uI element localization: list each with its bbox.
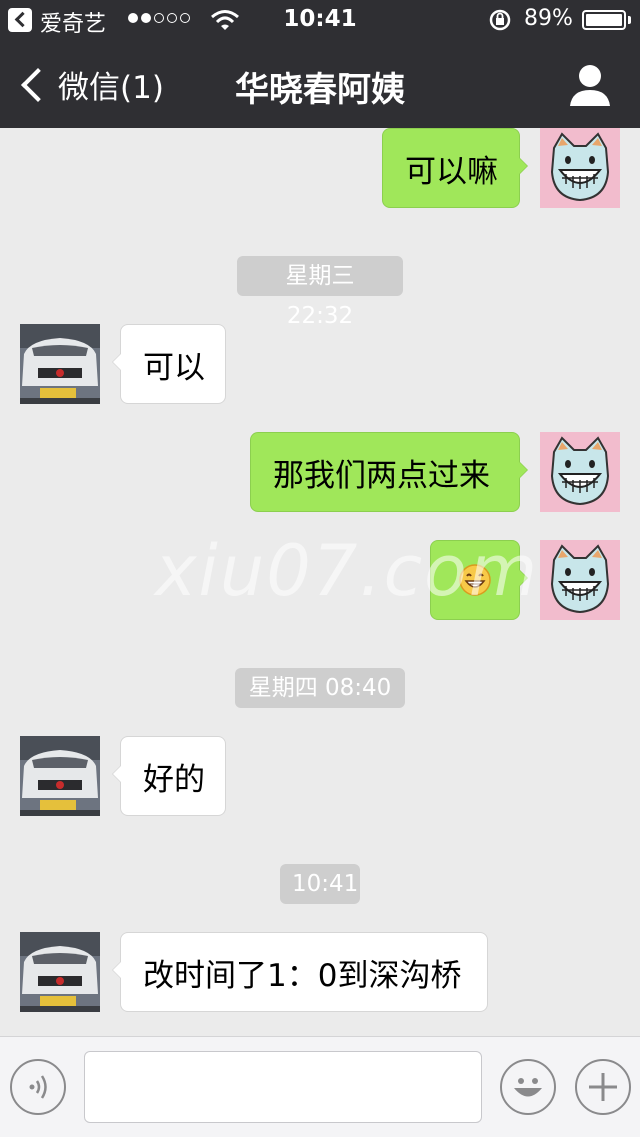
cat-avatar[interactable] [540, 128, 620, 208]
message-bubble-outgoing[interactable]: 😁 [430, 540, 528, 620]
message-bubble-outgoing[interactable]: 那我们两点过来 [250, 432, 528, 512]
message-bubble-incoming[interactable]: 改时间了1：0到深沟桥 [112, 932, 488, 1012]
plus-icon [589, 1073, 617, 1101]
car-avatar[interactable] [20, 324, 100, 404]
back-button[interactable]: 微信(1) [18, 62, 164, 107]
message-bubble-outgoing[interactable]: 可以嘛 [382, 128, 528, 208]
cat-avatar[interactable] [540, 540, 620, 620]
rotation-lock-icon [489, 9, 511, 31]
voice-button[interactable] [10, 1059, 66, 1115]
message-text: 可以嘛 [405, 153, 498, 190]
message-input[interactable] [84, 1051, 482, 1123]
battery-percent: 89% [524, 6, 573, 31]
chat-area[interactable]: 可以嘛 星期三 22:32 可以 那我们两点过来 星期四 08:40 好的 10… [0, 128, 640, 1036]
emoji-button[interactable] [500, 1059, 556, 1115]
battery-tip [628, 16, 631, 24]
battery-icon [582, 10, 626, 30]
message-text: 那我们两点过来 [273, 457, 490, 494]
message-text: 好的 [143, 761, 205, 798]
car-avatar[interactable] [20, 736, 100, 816]
chevron-left-icon [21, 67, 55, 102]
message-bubble-incoming[interactable]: 好的 [112, 736, 226, 816]
timestamp-label: 星期四 08:40 [235, 668, 405, 708]
message-text: 可以 [143, 349, 205, 386]
voice-icon [29, 1075, 47, 1099]
input-bar [0, 1036, 640, 1137]
profile-icon[interactable] [564, 60, 616, 112]
cat-avatar[interactable] [540, 432, 620, 512]
emoji-icon [514, 1078, 542, 1097]
timestamp-label: 10:41 [280, 864, 360, 904]
message-bubble-incoming[interactable]: 可以 [112, 324, 226, 404]
nav-bar: 微信(1) 华晓春阿姨 [0, 40, 640, 128]
timestamp-label: 星期三 22:32 [237, 256, 403, 329]
more-button[interactable] [575, 1059, 631, 1115]
car-avatar[interactable] [20, 932, 100, 1012]
back-label: 微信(1) [58, 70, 164, 106]
status-bar: 爱奇艺 10:41 89% [0, 0, 640, 40]
message-text: 改时间了1：0到深沟桥 [143, 957, 462, 994]
grin-emoji-icon [459, 564, 491, 596]
